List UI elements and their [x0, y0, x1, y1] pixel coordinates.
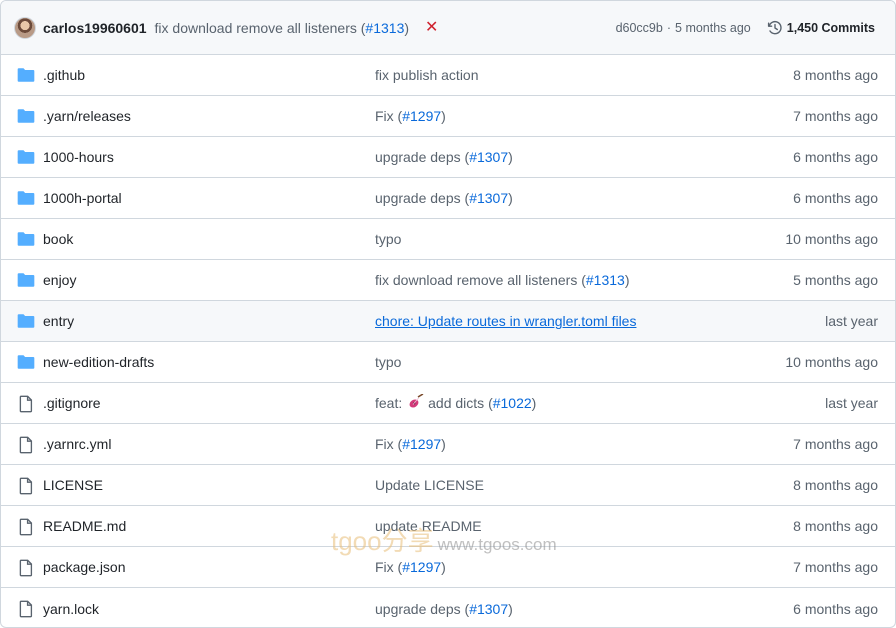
file-row[interactable]: LICENSE Update LICENSE 8 months ago — [1, 465, 895, 506]
file-row[interactable]: enjoy fix download remove all listeners (… — [1, 260, 895, 301]
commit-date: 6 months ago — [793, 600, 878, 617]
commit-date: last year — [825, 395, 878, 411]
commit-message-link[interactable]: typo — [375, 354, 401, 370]
commit-date: 8 months ago — [793, 477, 878, 493]
author-avatar[interactable] — [14, 16, 36, 39]
commit-message-link[interactable]: upgrade deps (#1307) — [375, 149, 513, 165]
file-name-link[interactable]: .yarn/releases — [43, 108, 131, 124]
commit-date: 5 months ago — [793, 272, 878, 288]
folder-icon — [17, 313, 35, 329]
commit-date: last year — [825, 313, 878, 329]
file-row[interactable]: README.md update README 8 months ago — [1, 506, 895, 547]
separator: · — [666, 21, 672, 35]
pr-link[interactable]: #1307 — [469, 149, 508, 165]
folder-icon — [17, 67, 35, 83]
folder-icon — [17, 190, 35, 206]
file-row[interactable]: .yarn/releases Fix (#1297) 7 months ago — [1, 96, 895, 137]
commit-pr-link[interactable]: #1313 — [365, 20, 404, 36]
commit-message-link[interactable]: fix publish action — [375, 67, 479, 83]
file-browser: carlos19960601 fix download remove all l… — [0, 0, 896, 628]
folder-icon — [17, 149, 35, 165]
commit-message-link[interactable]: Update LICENSE — [375, 477, 484, 493]
file-row[interactable]: entry chore: Update routes in wrangler.to… — [1, 301, 895, 342]
commit-message-link[interactable]: Fix (#1297) — [375, 108, 446, 124]
commit-date: 7 months ago — [793, 436, 878, 452]
file-icon — [17, 600, 35, 618]
commit-message-link[interactable]: typo — [375, 231, 401, 247]
file-icon — [17, 395, 35, 413]
file-row[interactable]: .gitignore feat: add dicts (#1022) last ye… — [1, 383, 895, 424]
commits-count[interactable]: 1,450 Commits — [787, 21, 875, 35]
file-name-link[interactable]: book — [43, 231, 73, 247]
commits-history-link[interactable]: 1,450 Commits — [767, 20, 875, 36]
file-row[interactable]: package.json Fix (#1297) 7 months ago — [1, 547, 895, 588]
file-icon — [17, 477, 35, 495]
file-name-link[interactable]: entry — [43, 313, 74, 329]
commit-message-link[interactable]: fix download remove all listeners (#1313… — [375, 272, 629, 288]
commit-author[interactable]: carlos19960601 — [43, 20, 147, 36]
check-failed-icon[interactable]: ✕ — [425, 19, 438, 36]
folder-icon — [17, 354, 35, 370]
file-icon — [17, 559, 35, 577]
commit-date: 8 months ago — [793, 67, 878, 83]
commit-sha[interactable]: d60cc9b — [616, 21, 663, 35]
file-name-link[interactable]: .github — [43, 67, 85, 83]
pr-link[interactable]: #1307 — [469, 601, 508, 617]
file-name-link[interactable]: 1000h-portal — [43, 190, 122, 206]
commit-date: 8 months ago — [793, 518, 878, 534]
file-icon — [17, 518, 35, 536]
file-name-link[interactable]: README.md — [43, 518, 126, 534]
pr-link[interactable]: #1307 — [469, 190, 508, 206]
file-name-link[interactable]: .yarnrc.yml — [43, 436, 111, 452]
commit-date: 10 months ago — [785, 354, 878, 370]
commit-date: 6 months ago — [793, 190, 878, 206]
file-name-link[interactable]: new-edition-drafts — [43, 354, 154, 370]
pr-link[interactable]: #1297 — [402, 108, 441, 124]
commit-time: 5 months ago — [675, 21, 751, 35]
latest-commit-bar: carlos19960601 fix download remove all l… — [1, 1, 895, 55]
file-name-link[interactable]: 1000-hours — [43, 149, 114, 165]
commit-message-link[interactable]: feat: add dicts (#1022) — [375, 392, 536, 413]
file-row[interactable]: new-edition-drafts typo 10 months ago — [1, 342, 895, 383]
file-row[interactable]: .yarnrc.yml Fix (#1297) 7 months ago — [1, 424, 895, 465]
pr-link[interactable]: #1297 — [402, 436, 441, 452]
commit-date: 7 months ago — [793, 559, 878, 575]
file-name-link[interactable]: yarn.lock — [43, 601, 99, 617]
pr-link[interactable]: #1022 — [493, 395, 532, 411]
commit-date: 10 months ago — [785, 231, 878, 247]
file-list: .github fix publish action 8 months ago .ya… — [1, 55, 895, 627]
commit-message-link[interactable]: Fix (#1297) — [375, 436, 446, 452]
file-name-link[interactable]: package.json — [43, 559, 126, 575]
commit-date: 6 months ago — [793, 149, 878, 165]
commit-message-link[interactable]: update README — [375, 518, 482, 534]
file-name-link[interactable]: LICENSE — [43, 477, 103, 493]
commit-message-link[interactable]: chore: Update routes in wrangler.toml fi… — [375, 313, 636, 329]
file-name-link[interactable]: .gitignore — [43, 395, 101, 411]
commit-date: 7 months ago — [793, 108, 878, 124]
commit-message-link[interactable]: upgrade deps (#1307) — [375, 190, 513, 206]
pr-link[interactable]: #1313 — [586, 272, 625, 288]
file-row[interactable]: 1000-hours upgrade deps (#1307) 6 months a… — [1, 137, 895, 178]
pr-link[interactable]: #1297 — [402, 559, 441, 575]
file-row[interactable]: book typo 10 months ago — [1, 219, 895, 260]
file-name-link[interactable]: enjoy — [43, 272, 76, 288]
file-row[interactable]: .github fix publish action 8 months ago — [1, 55, 895, 96]
history-icon — [767, 20, 783, 36]
folder-icon — [17, 108, 35, 124]
guitar-emoji-icon — [407, 392, 425, 413]
file-icon — [17, 436, 35, 454]
folder-icon — [17, 231, 35, 247]
file-row[interactable]: 1000h-portal upgrade deps (#1307) 6 months… — [1, 178, 895, 219]
commit-message-link[interactable]: Fix (#1297) — [375, 559, 446, 575]
commit-message-link[interactable]: upgrade deps (#1307) — [375, 601, 513, 617]
file-row[interactable]: yarn.lock upgrade deps (#1307) 6 months ag… — [1, 588, 895, 627]
folder-icon — [17, 272, 35, 288]
commit-message[interactable]: fix download remove all listeners (#1313… — [155, 20, 409, 36]
